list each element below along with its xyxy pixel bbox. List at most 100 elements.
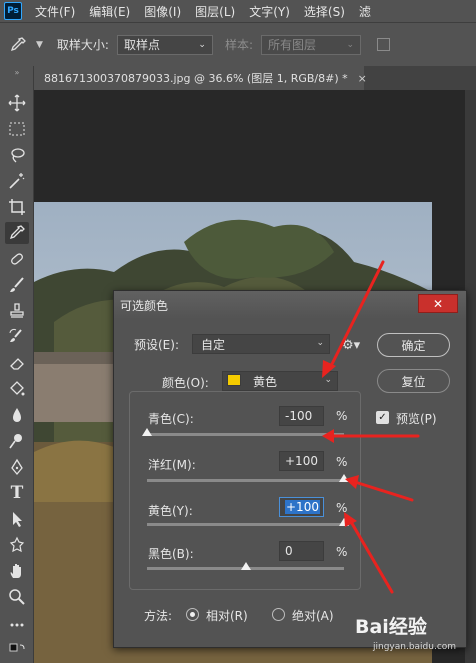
relative-radio[interactable] (186, 608, 199, 621)
menu-file[interactable]: 文件(F) (28, 3, 82, 20)
watermark: Bai经验 jingyan.baidu.com (355, 610, 473, 660)
chevron-down-icon: ⌄ (324, 375, 332, 385)
method-label: 方法: (144, 609, 173, 623)
paint-bucket-tool-icon[interactable] (5, 378, 29, 400)
marquee-tool-icon[interactable] (5, 118, 29, 140)
chevron-down-icon[interactable]: ▼ (36, 40, 43, 50)
preview-label: 预览(P) (396, 412, 437, 426)
ok-button-label: 确定 (401, 338, 426, 353)
magenta-slider-thumb[interactable] (339, 474, 349, 482)
watermark-url: jingyan.baidu.com (373, 642, 457, 652)
sample-label: 样本: (224, 38, 254, 52)
yellow-input[interactable]: +100 (279, 497, 324, 517)
color-swatch (227, 374, 241, 386)
magic-wand-tool-icon[interactable] (5, 170, 29, 192)
colors-label: 颜色(O): (162, 376, 209, 390)
healing-brush-tool-icon[interactable] (5, 248, 29, 270)
options-bar: ▼ 取样大小: 取样点 ⌄ 样本: 所有图层 ⌄ (0, 22, 476, 66)
photoshop-logo: Ps (4, 2, 22, 20)
close-button[interactable]: ✕ (418, 294, 458, 313)
reset-button-label: 复位 (401, 374, 426, 389)
gear-icon[interactable]: ⚙▾ (342, 338, 360, 353)
chevron-down-icon: ⌄ (346, 39, 355, 50)
swap-colors-icon[interactable] (5, 640, 29, 662)
shape-tool-icon[interactable] (5, 534, 29, 556)
watermark-brand: Bai经验 (355, 616, 427, 638)
document-tab[interactable]: 881671300370879033.jpg @ 36.6% (图层 1, RG… (34, 66, 367, 90)
menu-select[interactable]: 选择(S) (297, 3, 352, 20)
magenta-slider-track[interactable] (147, 479, 344, 482)
eyedropper-tool-icon[interactable] (5, 222, 29, 244)
black-slider-thumb[interactable] (240, 562, 251, 570)
menu-image[interactable]: 图像(I) (137, 3, 188, 20)
cyan-label: 青色(C): (148, 412, 194, 426)
more-tools-icon[interactable] (5, 614, 29, 636)
magenta-input[interactable]: +100 (279, 451, 324, 471)
checkmark-icon: ✓ (378, 412, 387, 423)
selective-color-dialog: 可选颜色 ✕ 预设(E): 自定 ⌄ ⚙▾ 确定 复位 ✓ 预览(P) 颜色(O… (113, 290, 467, 648)
preview-checkbox[interactable]: ✓ (376, 411, 389, 424)
sample-size-value: 取样点 (123, 38, 160, 52)
preset-select[interactable]: 自定 ⌄ (192, 334, 330, 354)
zoom-tool-icon[interactable] (5, 586, 29, 608)
cyan-slider-track[interactable] (147, 433, 344, 436)
magenta-value: +100 (285, 454, 318, 468)
magenta-label: 洋红(M): (148, 458, 196, 472)
hand-tool-icon[interactable] (5, 560, 29, 582)
yellow-slider-track[interactable] (147, 523, 344, 526)
dialog-titlebar[interactable]: 可选颜色 ✕ (114, 291, 466, 319)
yellow-label: 黄色(Y): (148, 504, 193, 518)
sample-select[interactable]: 所有图层 ⌄ (261, 34, 362, 55)
menu-type[interactable]: 文字(Y) (242, 3, 297, 20)
black-value: 0 (285, 544, 293, 558)
sample-size-label: 取样大小: (56, 38, 109, 52)
show-ring-checkbox[interactable] (377, 38, 391, 51)
percent-sign: % (336, 455, 348, 469)
yellow-value: +100 (285, 500, 320, 514)
chevron-down-icon: ⌄ (316, 338, 324, 348)
sample-value: 所有图层 (268, 38, 317, 52)
percent-sign: % (336, 501, 348, 515)
dialog-title: 可选颜色 (120, 298, 169, 313)
clone-stamp-tool-icon[interactable] (5, 300, 29, 322)
yellow-slider-thumb[interactable] (339, 518, 349, 526)
cyan-slider-thumb[interactable] (142, 428, 152, 436)
colors-value: 黄色 (253, 374, 278, 389)
relative-radio-label: 相对(R) (206, 609, 248, 623)
brush-tool-icon[interactable] (5, 274, 29, 296)
cyan-input[interactable]: -100 (279, 406, 324, 426)
menu-layer[interactable]: 图层(L) (188, 3, 242, 20)
eraser-tool-icon[interactable] (5, 352, 29, 374)
preset-value: 自定 (201, 337, 226, 352)
cyan-value: -100 (285, 409, 313, 423)
black-input[interactable]: 0 (279, 541, 324, 561)
move-tool-icon[interactable] (5, 92, 29, 114)
percent-sign: % (336, 409, 348, 423)
blur-tool-icon[interactable] (5, 404, 29, 426)
absolute-radio-label: 绝对(A) (292, 609, 334, 623)
type-tool-icon[interactable]: T (5, 482, 29, 504)
menu-edit[interactable]: 编辑(E) (82, 3, 137, 20)
document-tab-bar: 881671300370879033.jpg @ 36.6% (图层 1, RG… (34, 66, 476, 90)
reset-button[interactable]: 复位 (377, 369, 450, 393)
preset-label: 预设(E): (134, 338, 179, 352)
sample-size-select[interactable]: 取样点 ⌄ (116, 34, 213, 55)
menu-filter[interactable]: 滤 (352, 3, 378, 20)
tools-panel: » T (0, 66, 34, 663)
crop-tool-icon[interactable] (5, 196, 29, 218)
path-selection-tool-icon[interactable] (5, 508, 29, 530)
eyedropper-icon[interactable] (0, 30, 36, 60)
absolute-radio[interactable] (272, 608, 285, 621)
ok-button[interactable]: 确定 (377, 333, 450, 357)
pen-tool-icon[interactable] (5, 456, 29, 478)
lasso-tool-icon[interactable] (5, 144, 29, 166)
history-brush-tool-icon[interactable] (5, 326, 29, 348)
black-label: 黑色(B): (148, 547, 194, 561)
close-icon: ✕ (432, 296, 444, 311)
dodge-tool-icon[interactable] (5, 430, 29, 452)
close-icon[interactable]: × (358, 72, 367, 85)
collapse-icon[interactable]: » (5, 66, 29, 78)
document-tab-title: 881671300370879033.jpg @ 36.6% (图层 1, RG… (44, 72, 348, 85)
menu-bar: Ps 文件(F) 编辑(E) 图像(I) 图层(L) 文字(Y) 选择(S) 滤 (0, 0, 476, 22)
chevron-down-icon: ⌄ (198, 39, 206, 50)
